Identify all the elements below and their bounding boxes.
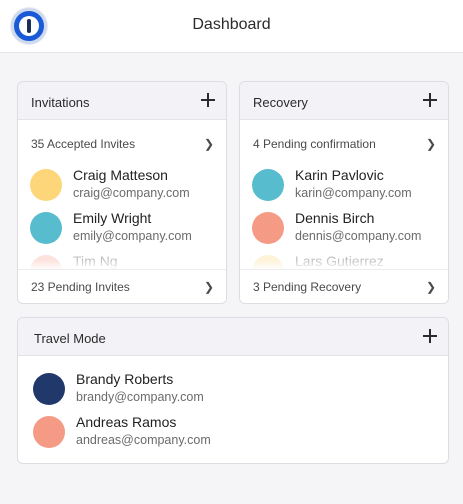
person-email: karin@company.com: [295, 186, 412, 200]
accepted-invites-link[interactable]: 35 Accepted Invites ❯: [18, 131, 226, 157]
avatar: [30, 169, 62, 201]
person-email: dennis@company.com: [295, 229, 422, 243]
person-name: Craig Matteson: [73, 167, 168, 183]
accepted-invites-label: 35 Accepted Invites: [31, 137, 136, 151]
avatar: [252, 169, 284, 201]
pending-recovery-label: 3 Pending Recovery: [253, 280, 362, 294]
avatar: [33, 416, 65, 448]
list-item[interactable]: Brandy Roberts brandy@company.com: [18, 369, 448, 409]
recovery-header: Recovery: [240, 82, 448, 120]
list-item[interactable]: Karin Pavlovic karin@company.com: [240, 165, 448, 205]
pending-invites-link[interactable]: 23 Pending Invites ❯: [18, 269, 226, 303]
person-email: andreas@company.com: [76, 433, 211, 447]
chevron-right-icon: ❯: [203, 137, 214, 151]
pending-confirmation-label: 4 Pending confirmation: [253, 137, 376, 151]
invitations-card: Invitations 35 Accepted Invites ❯ Craig …: [17, 81, 227, 304]
list-item[interactable]: Andreas Ramos andreas@company.com: [18, 412, 448, 452]
travel-mode-card: Travel Mode Brandy Roberts brandy@compan…: [17, 317, 449, 464]
avatar: [30, 212, 62, 244]
page-title: Dashboard: [192, 16, 271, 33]
pending-confirmation-link[interactable]: 4 Pending confirmation ❯: [240, 131, 448, 157]
travel-mode-title: Travel Mode: [34, 331, 106, 346]
person-name: Karin Pavlovic: [295, 167, 384, 183]
person-name: Brandy Roberts: [76, 371, 174, 387]
person-email: craig@company.com: [73, 186, 190, 200]
travel-mode-header: Travel Mode: [18, 318, 448, 356]
add-recovery-icon[interactable]: [422, 92, 438, 108]
chevron-right-icon: ❯: [203, 280, 214, 294]
pending-invites-label: 23 Pending Invites: [31, 280, 130, 294]
list-item[interactable]: Dennis Birch dennis@company.com: [240, 208, 448, 248]
chevron-right-icon: ❯: [425, 280, 436, 294]
person-name: Dennis Birch: [295, 210, 375, 226]
top-bar: Dashboard: [0, 0, 463, 53]
person-email: emily@company.com: [73, 229, 192, 243]
add-invitation-icon[interactable]: [200, 92, 216, 108]
person-email: brandy@company.com: [76, 390, 204, 404]
list-item[interactable]: Craig Matteson craig@company.com: [18, 165, 226, 205]
add-travel-mode-icon[interactable]: [422, 328, 438, 344]
invitations-title: Invitations: [31, 95, 90, 110]
person-name: Emily Wright: [73, 210, 152, 226]
chevron-right-icon: ❯: [425, 137, 436, 151]
invitations-header: Invitations: [18, 82, 226, 120]
avatar: [252, 212, 284, 244]
recovery-card: Recovery 4 Pending confirmation ❯ Karin …: [239, 81, 449, 304]
recovery-title: Recovery: [253, 95, 308, 110]
avatar: [33, 373, 65, 405]
person-name: Andreas Ramos: [76, 414, 177, 430]
list-item[interactable]: Emily Wright emily@company.com: [18, 208, 226, 248]
pending-recovery-link[interactable]: 3 Pending Recovery ❯: [240, 269, 448, 303]
